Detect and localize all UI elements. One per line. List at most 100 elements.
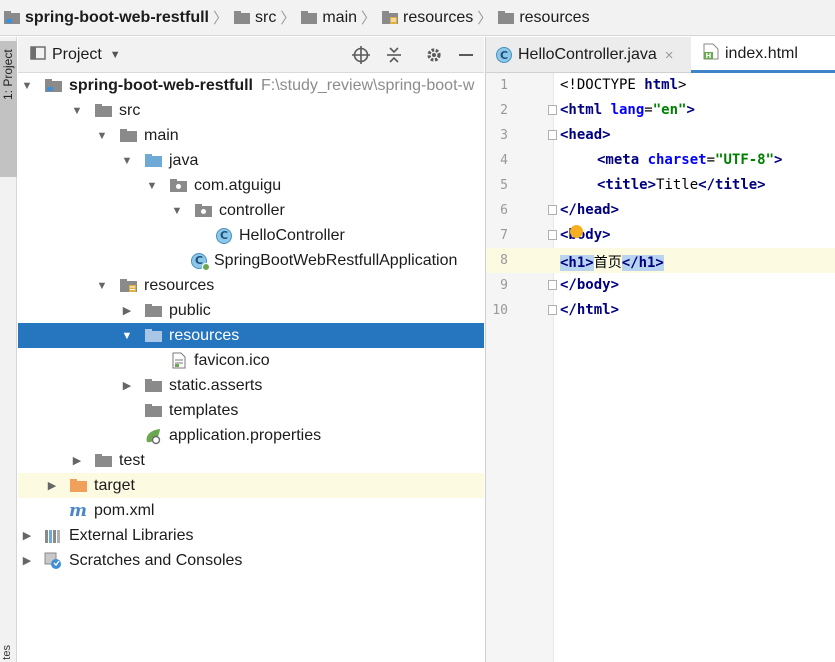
tree-node-label: public: [169, 301, 211, 319]
project-folder-icon: [4, 11, 20, 24]
java-class-icon: C: [215, 227, 233, 245]
collapse-all-icon[interactable]: [384, 45, 404, 65]
breadcrumb-item-resources[interactable]: resources: [498, 0, 590, 35]
folder-icon: [94, 102, 112, 120]
breadcrumb-label: src: [255, 8, 277, 26]
line-number: 7: [500, 228, 508, 243]
line-number: 10: [492, 303, 508, 318]
close-icon[interactable]: ×: [665, 47, 674, 64]
tree-node-templates[interactable]: templates: [18, 398, 484, 423]
fold-marker-icon[interactable]: [548, 205, 557, 215]
left-tool-stripe: 1: Project tes: [0, 37, 17, 662]
fold-marker-icon[interactable]: [548, 280, 557, 290]
gear-icon[interactable]: [424, 45, 444, 65]
tree-node-label: resources: [169, 326, 240, 344]
tree-node-java[interactable]: ▼ java: [18, 148, 484, 173]
tree-node-root[interactable]: ▼ spring-boot-web-restfull F:\study_revie…: [18, 73, 484, 98]
tree-node-scratches[interactable]: ▶ Scratches and Consoles: [18, 548, 484, 573]
code-text: </head>: [560, 202, 620, 218]
code-text: <head>: [560, 127, 611, 143]
chevron-right-icon[interactable]: ▶: [20, 529, 34, 543]
tree-node-resources-sub[interactable]: ▼ resources: [18, 323, 484, 348]
code-area[interactable]: 1 <!DOCTYPE html> 2 <html lang="en"> 3 <…: [486, 73, 835, 662]
tab-index-html[interactable]: H index.html: [691, 37, 835, 73]
folder-icon: [94, 452, 112, 470]
lightbulb-icon[interactable]: [570, 225, 583, 238]
tree-node-label: src: [119, 101, 141, 119]
project-tool-tab[interactable]: 1: Project: [0, 41, 17, 177]
tree-node-resources[interactable]: ▼ resources: [18, 273, 484, 298]
breadcrumb-item-src[interactable]: src 〉: [234, 0, 301, 35]
project-view-icon: [30, 45, 46, 65]
tree-node-pom[interactable]: m pom.xml: [18, 498, 484, 523]
resources-folder-icon: [119, 277, 137, 295]
tab-hello-controller[interactable]: C HelloController.java ×: [486, 37, 690, 73]
tree-node-static[interactable]: ▶ static.asserts: [18, 373, 484, 398]
folder-icon: [301, 11, 318, 24]
folder-icon: [144, 302, 162, 320]
tree-node-label: pom.xml: [94, 501, 155, 519]
code-line: 10 </html>: [486, 298, 835, 323]
tree-node-external-libraries[interactable]: ▶ External Libraries: [18, 523, 484, 548]
tree-node-controller[interactable]: ▼ controller: [18, 198, 484, 223]
breadcrumb-label: spring-boot-web-restfull: [25, 8, 209, 26]
chevron-right-icon[interactable]: ▶: [70, 454, 84, 468]
code-line: 4 <meta charset="UTF-8">: [486, 148, 835, 173]
tree-node-properties[interactable]: application.properties: [18, 423, 484, 448]
tree-node-application[interactable]: C SpringBootWebRestfullApplication: [18, 248, 484, 273]
tree-node-label: favicon.ico: [194, 351, 270, 369]
editor-tabs: C HelloController.java × H index.html: [486, 37, 835, 73]
minimize-icon[interactable]: [456, 45, 476, 65]
line-number: 9: [500, 278, 508, 293]
chevron-down-icon[interactable]: ▼: [95, 279, 109, 293]
tree-node-label: controller: [219, 201, 285, 219]
line-number: 1: [500, 78, 508, 93]
locate-target-icon[interactable]: [351, 45, 371, 65]
breadcrumb-label: resources: [403, 8, 474, 26]
root-path: F:\study_review\spring-boot-w: [260, 76, 475, 94]
bottom-tool-tab-label[interactable]: tes: [1, 645, 13, 660]
chevron-down-icon[interactable]: ▼: [70, 104, 84, 118]
tree-node-target[interactable]: ▶ target: [18, 473, 484, 498]
tab-label: index.html: [725, 44, 798, 62]
tree-node-favicon[interactable]: favicon.ico: [18, 348, 484, 373]
tree-node-package[interactable]: ▼ com.atguigu: [18, 173, 484, 198]
chevron-down-icon[interactable]: ▼: [170, 204, 184, 218]
tree-node-label: static.asserts: [169, 376, 263, 394]
chevron-right-icon: 〉: [361, 10, 377, 27]
tree-node-label: spring-boot-web-restfull F:\study_review\…: [69, 77, 474, 95]
chevron-right-icon[interactable]: ▶: [20, 554, 34, 568]
folder-icon: [144, 327, 162, 345]
source-folder-icon: [144, 152, 162, 170]
chevron-right-icon: 〉: [477, 10, 493, 27]
line-number: 2: [500, 103, 508, 118]
breadcrumb-item-project[interactable]: spring-boot-web-restfull 〉: [4, 0, 234, 35]
tree-node-main[interactable]: ▼ main: [18, 123, 484, 148]
chevron-right-icon[interactable]: ▶: [45, 479, 59, 493]
breadcrumb-item-main[interactable]: main 〉: [301, 0, 382, 35]
chevron-down-icon[interactable]: ▼: [145, 179, 159, 193]
project-panel-title[interactable]: Project: [52, 46, 102, 64]
line-number: 3: [500, 128, 508, 143]
tree-node-test[interactable]: ▶ test: [18, 448, 484, 473]
fold-marker-icon[interactable]: [548, 105, 557, 115]
root-name: spring-boot-web-restfull: [69, 76, 253, 94]
tree-node-hello-controller[interactable]: C HelloController: [18, 223, 484, 248]
fold-marker-icon[interactable]: [548, 230, 557, 240]
chevron-down-icon[interactable]: ▼: [20, 79, 34, 93]
folder-icon: [498, 11, 515, 24]
tree-node-src[interactable]: ▼ src: [18, 98, 484, 123]
code-line: 2 <html lang="en">: [486, 98, 835, 123]
chevron-right-icon[interactable]: ▶: [120, 304, 134, 318]
tree-node-public[interactable]: ▶ public: [18, 298, 484, 323]
breadcrumb-item-resources-root[interactable]: resources 〉: [382, 0, 498, 35]
code-text: <!DOCTYPE html>: [560, 77, 687, 93]
module-folder-icon: [44, 77, 62, 95]
chevron-down-icon[interactable]: ▼: [120, 329, 134, 343]
fold-marker-icon[interactable]: [548, 130, 557, 140]
chevron-right-icon[interactable]: ▶: [120, 379, 134, 393]
chevron-down-icon[interactable]: ▼: [110, 49, 121, 61]
fold-marker-icon[interactable]: [548, 305, 557, 315]
chevron-down-icon[interactable]: ▼: [120, 154, 134, 168]
chevron-down-icon[interactable]: ▼: [95, 129, 109, 143]
